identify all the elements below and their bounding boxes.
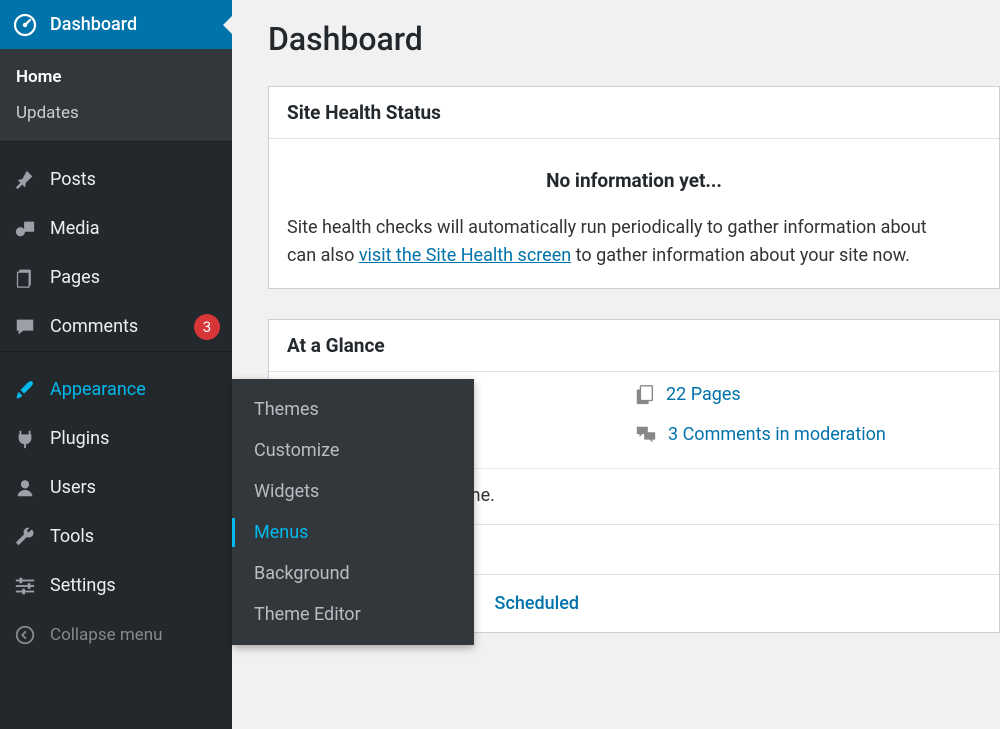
sidebar-item-dashboard[interactable]: Dashboard (0, 0, 232, 49)
flyout-item-theme-editor[interactable]: Theme Editor (232, 594, 474, 635)
sidebar-item-plugins[interactable]: Plugins (0, 414, 232, 463)
glance-pages-label: 22 Pages (666, 384, 741, 405)
flyout-item-background[interactable]: Background (232, 553, 474, 594)
site-health-desc-pre: Site health checks will automatically ru… (287, 217, 927, 238)
pin-icon (12, 169, 38, 191)
site-health-no-info: No information yet... (287, 157, 981, 214)
sliders-icon (12, 575, 38, 597)
pages-icon (12, 267, 38, 289)
flyout-item-widgets[interactable]: Widgets (232, 471, 474, 512)
sidebar-item-tools[interactable]: Tools (0, 512, 232, 561)
sidebar-users-label: Users (50, 477, 220, 498)
site-health-panel: Site Health Status No information yet...… (268, 86, 1000, 289)
dashboard-icon (12, 13, 38, 37)
sidebar-item-users[interactable]: Users (0, 463, 232, 512)
sidebar-tools-label: Tools (50, 526, 220, 547)
sidebar-plugins-label: Plugins (50, 428, 220, 449)
sidebar-item-posts[interactable]: Posts (0, 155, 232, 204)
sidebar-subitem-updates[interactable]: Updates (0, 95, 232, 131)
plug-icon (12, 428, 38, 450)
sidebar-pages-label: Pages (50, 267, 220, 288)
comment-icon (12, 316, 38, 338)
appearance-flyout: Themes Customize Widgets Menus Backgroun… (232, 379, 474, 645)
site-health-title: Site Health Status (269, 87, 999, 139)
site-health-link[interactable]: visit the Site Health screen (359, 245, 571, 266)
sidebar-item-comments[interactable]: Comments 3 (0, 302, 232, 351)
sidebar-dashboard-subsection: Home Updates (0, 49, 232, 141)
sidebar-media-label: Media (50, 218, 220, 239)
sidebar-collapse-label: Collapse menu (50, 625, 163, 645)
glance-pages[interactable]: 22 Pages (634, 384, 981, 406)
brush-icon (12, 379, 38, 401)
sidebar-separator (0, 351, 232, 365)
sidebar-subitem-home[interactable]: Home (0, 59, 232, 95)
glance-comments-label: 3 Comments in moderation (668, 424, 886, 445)
at-a-glance-title: At a Glance (269, 320, 999, 372)
sidebar-posts-label: Posts (50, 169, 220, 190)
collapse-icon (12, 624, 38, 646)
sidebar-separator (0, 141, 232, 155)
sidebar-item-pages[interactable]: Pages (0, 253, 232, 302)
sidebar-item-settings[interactable]: Settings (0, 561, 232, 610)
site-health-desc-post: to gather information about your site no… (571, 245, 910, 266)
sidebar-dashboard-label: Dashboard (50, 14, 220, 35)
user-icon (12, 477, 38, 499)
comments-count-badge: 3 (194, 314, 220, 340)
schedule-status[interactable]: Scheduled (495, 593, 579, 614)
sidebar-appearance-label: Appearance (50, 379, 220, 400)
flyout-item-menus[interactable]: Menus (232, 512, 474, 553)
sidebar-settings-label: Settings (50, 575, 220, 596)
page-title: Dashboard (268, 20, 1000, 58)
wrench-icon (12, 526, 38, 548)
sidebar-collapse-menu[interactable]: Collapse menu (0, 610, 232, 659)
admin-sidebar: Dashboard Home Updates Posts Media Pages… (0, 0, 232, 729)
flyout-item-themes[interactable]: Themes (232, 389, 474, 430)
sidebar-item-appearance[interactable]: Appearance (0, 365, 232, 414)
sidebar-comments-label: Comments (50, 316, 186, 337)
media-icon (12, 218, 38, 240)
sidebar-item-media[interactable]: Media (0, 204, 232, 253)
comments-icon (634, 424, 658, 446)
pages-icon (634, 384, 656, 406)
site-health-desc-mid: can also (287, 245, 359, 266)
flyout-item-customize[interactable]: Customize (232, 430, 474, 471)
glance-comments[interactable]: 3 Comments in moderation (634, 424, 981, 446)
site-health-description: Site health checks will automatically ru… (287, 214, 981, 270)
